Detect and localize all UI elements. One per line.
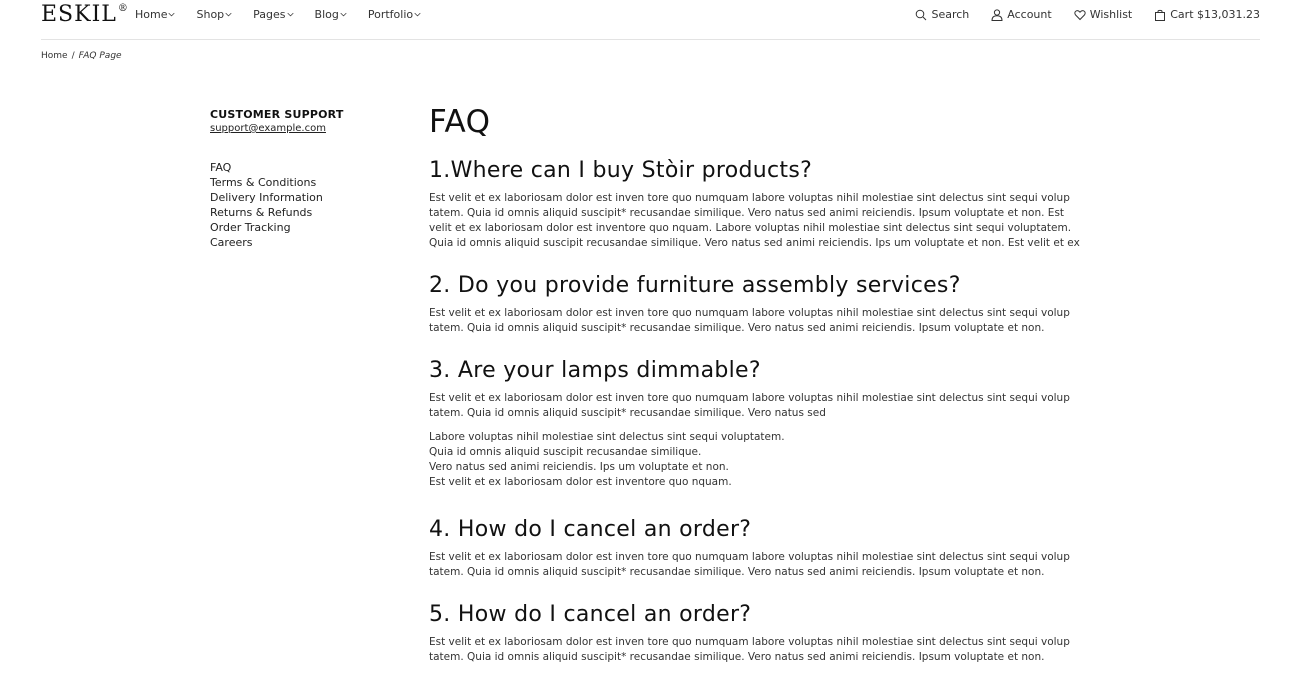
faq-answer-lines: Labore voluptas nihil molestiae sint del… [429,430,1089,490]
sidebar-link-order-tracking[interactable]: Order Tracking [210,220,400,235]
sidebar-link-terms[interactable]: Terms & Conditions [210,175,400,190]
nav-item-label: Portfolio [367,8,414,21]
sidebar-link-careers[interactable]: Careers [210,235,400,250]
chevron-down-icon [414,12,421,17]
faq-answer: Est velit et ex laboriosam dolor est inv… [429,392,1070,419]
faq-question: 3. Are your lamps dimmable? [429,358,761,383]
chevron-down-icon [168,12,176,17]
nav-item-label: Home [135,8,168,21]
cart-label: Cart $13,031.23 [1170,8,1260,21]
faq-item: 2. Do you provide furniture assembly ser… [429,273,1089,336]
cart-button[interactable]: Cart $13,031.23 [1154,8,1260,21]
shopping-bag-icon [1155,9,1166,21]
faq-answer: Est velit et ex laboriosam dolor est inv… [429,192,1080,249]
nav-item-label: Shop [196,8,225,21]
heart-icon [1074,9,1086,20]
faq-question: 4. How do I cancel an order? [429,517,752,542]
faq-answer-line: Est velit et ex laboriosam dolor est inv… [429,476,732,488]
faq-answer: Est velit et ex laboriosam dolor est inv… [429,307,1070,334]
faq-answer-line: Vero natus sed animi reiciendis. Ips um … [429,461,729,473]
logo[interactable]: ESKIL® [41,2,129,27]
support-email-link[interactable]: support@example.com [210,123,400,134]
search-button[interactable]: Search [915,8,969,21]
faq-item: 5. How do I cancel an order? Est velit e… [429,602,1089,665]
nav-item-label: Pages [253,8,286,21]
faq-item: 3. Are your lamps dimmable? Est velit et… [429,358,1089,490]
faq-question: 5. How do I cancel an order? [429,602,752,627]
sidebar-link-faq[interactable]: FAQ [210,160,400,175]
wishlist-label: Wishlist [1089,8,1133,21]
logo-registered-mark: ® [117,3,129,14]
faq-item: 4. How do I cancel an order? Est velit e… [429,517,1089,580]
page-title: FAQ [429,104,491,140]
sidebar-link-delivery[interactable]: Delivery Information [210,190,400,205]
faq-answer-line: Labore voluptas nihil molestiae sint del… [429,431,785,443]
wishlist-button[interactable]: Wishlist [1074,8,1133,21]
logo-text: ESKIL [41,2,117,27]
search-icon [916,9,927,20]
user-icon [991,8,1003,21]
customer-support-title: CUSTOMER SUPPORT [210,108,344,121]
nav-item-blog[interactable]: Blog [315,8,347,21]
faq-question: 1.Where can I buy Stòir products? [429,158,813,183]
site-header: ESKIL® Home Shop Pages Blog Portfolio Se… [41,0,1260,40]
chevron-down-icon [340,12,347,17]
faq-answer: Est velit et ex laboriosam dolor est inv… [429,636,1070,663]
faq-question: 2. Do you provide furniture assembly ser… [429,273,961,298]
sidebar: CUSTOMER SUPPORT support@example.com FAQ… [210,108,400,250]
sidebar-links: FAQ Terms & Conditions Delivery Informat… [210,160,400,250]
faq-content: FAQ 1.Where can I buy Stòir products? Es… [429,104,1089,687]
account-button[interactable]: Account [991,8,1052,21]
nav-item-shop[interactable]: Shop [196,8,232,21]
nav-item-home[interactable]: Home [135,8,176,21]
header-actions: Search Account Wishlist Cart $13,031.23 [893,8,1260,21]
faq-answer-line: Quia id omnis aliquid suscipit recusanda… [429,446,702,458]
breadcrumb-home-link[interactable]: Home [41,51,68,61]
breadcrumb-separator: / [71,51,75,61]
main-nav: Home Shop Pages Blog Portfolio [135,8,442,21]
faq-answer: Est velit et ex laboriosam dolor est inv… [429,551,1070,578]
nav-item-pages[interactable]: Pages [253,8,294,21]
nav-item-portfolio[interactable]: Portfolio [368,8,421,21]
account-label: Account [1007,8,1052,21]
nav-item-label: Blog [314,8,339,21]
breadcrumb: Home / FAQ Page [41,51,122,61]
chevron-down-icon [225,12,232,17]
breadcrumb-current: FAQ Page [78,51,122,61]
chevron-down-icon [286,12,294,17]
sidebar-link-returns[interactable]: Returns & Refunds [210,205,400,220]
search-label: Search [931,8,970,21]
faq-item: 1.Where can I buy Stòir products? Est ve… [429,158,1089,251]
